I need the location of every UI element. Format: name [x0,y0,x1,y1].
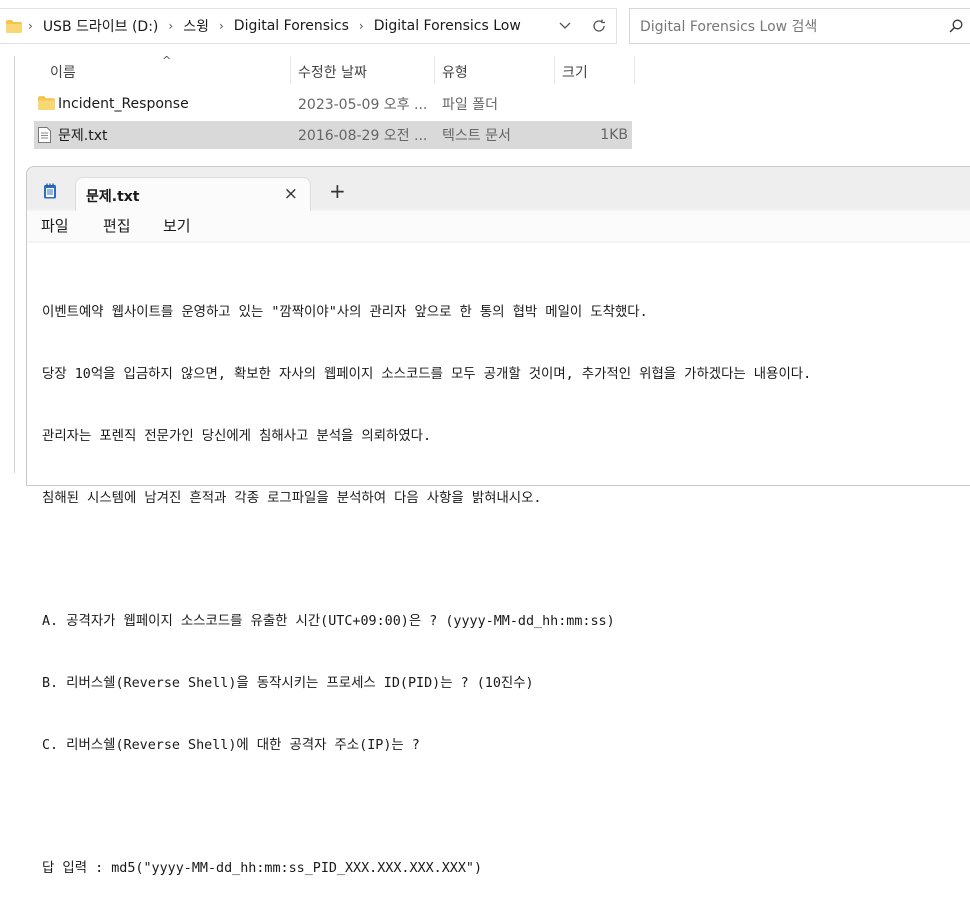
text-line: 관리자는 포렌직 전문가인 당신에게 침해사고 분석을 의뢰하였다. [42,428,432,444]
text-line [42,797,811,818]
navigation-pane-divider [14,56,15,473]
breadcrumb-item[interactable]: Digital Forensics [234,18,349,34]
text-line: 당장 10억을 입금하지 않으면, 확보한 자사의 웹페이지 소스코드를 모두 … [42,366,812,382]
new-tab-icon[interactable]: + [329,179,346,203]
column-header-size[interactable]: 크기 [562,62,588,82]
chevron-right-icon: › [358,19,364,33]
column-divider[interactable] [290,56,291,84]
menu-edit[interactable]: 편집 [103,215,131,236]
column-header-row: ^ 이름 수정한 날짜 유형 크기 [34,54,636,84]
document-text[interactable]: 이벤트예약 웹사이트를 운영하고 있는 "깜짝이야"사의 관리자 앞으로 한 통… [42,262,811,921]
text-file-icon [38,127,51,143]
tab-problem-txt[interactable]: 문제.txt × [75,177,311,211]
folder-icon [38,96,55,110]
column-divider[interactable] [634,56,635,84]
address-bar[interactable]: › USB 드라이브 (D:) › 스윙 › Digital Forensics… [0,8,617,44]
breadcrumb-item[interactable]: 스윙 [183,16,209,36]
file-name: Incident_Response [58,96,189,112]
text-line: A. 공격자가 웹페이지 소스코드를 유출한 시간(UTC+09:00)은 ? … [42,614,615,630]
breadcrumb-item[interactable]: Digital Forensics Low [374,18,521,34]
refresh-icon [593,19,605,32]
chevron-right-icon: › [218,19,224,33]
file-row-problem-txt[interactable]: 문제.txt 2016-08-29 오전 ... 텍스트 문서 1KB [34,121,632,149]
text-line: 이벤트예약 웹사이트를 운영하고 있는 "깜짝이야"사의 관리자 앞으로 한 통… [42,305,648,321]
history-dropdown-button[interactable] [548,9,582,43]
notepad-menu-bar: 파일 편집 보기 [27,211,970,241]
column-header-modified[interactable]: 수정한 날짜 [298,62,367,82]
menu-file[interactable]: 파일 [41,215,69,236]
column-divider[interactable] [554,56,555,84]
menu-view[interactable]: 보기 [163,215,191,236]
close-tab-icon[interactable]: × [284,184,298,204]
search-icon[interactable] [942,12,970,40]
sort-ascending-icon: ^ [162,54,172,67]
chevron-down-icon [559,22,571,29]
text-line [42,550,811,571]
chevron-right-icon: › [168,19,174,33]
tab-title: 문제.txt [86,189,140,205]
chevron-right-icon: › [28,19,33,33]
text-editor-area[interactable]: 이벤트예약 웹사이트를 운영하고 있는 "깜짝이야"사의 관리자 앞으로 한 통… [27,243,970,876]
file-size: 1KB [600,127,628,143]
notepad-app-icon [44,183,56,199]
column-divider[interactable] [434,56,435,84]
file-name: 문제.txt [58,128,108,144]
search-box[interactable]: Digital Forensics Low 검색 [629,8,970,44]
notepad-window: 문제.txt × + 파일 편집 보기 이벤트예약 웹사이트를 운영하고 있는 … [26,166,970,876]
folder-icon [6,19,22,33]
file-type: 파일 폴더 [442,97,498,113]
refresh-button[interactable] [582,9,616,43]
column-header-type[interactable]: 유형 [442,62,468,82]
file-row-incident-response[interactable]: Incident_Response 2023-05-09 오후 ... 파일 폴… [34,90,632,118]
text-line: C. 리버스쉘(Reverse Shell)에 대한 공격자 주소(IP)는 ? [42,737,420,753]
notepad-title-bar[interactable]: 문제.txt × + [27,167,970,211]
text-line: 침해된 시스템에 남겨진 흔적과 각종 로그파일을 분석하여 다음 사항을 밝혀… [42,490,542,506]
file-modified: 2016-08-29 오전 ... [298,128,428,144]
search-input[interactable]: Digital Forensics Low 검색 [640,16,942,36]
column-header-name[interactable]: 이름 [50,62,76,82]
file-modified: 2023-05-09 오후 ... [298,97,428,113]
text-line: 답 입력 : md5("yyyy-MM-dd_hh:mm:ss_PID_XXX.… [42,861,483,877]
text-line: B. 리버스쉘(Reverse Shell)을 동작시키는 프로세스 ID(PI… [42,675,534,691]
file-type: 텍스트 문서 [442,128,511,144]
breadcrumb-item[interactable]: USB 드라이브 (D:) [43,16,159,36]
